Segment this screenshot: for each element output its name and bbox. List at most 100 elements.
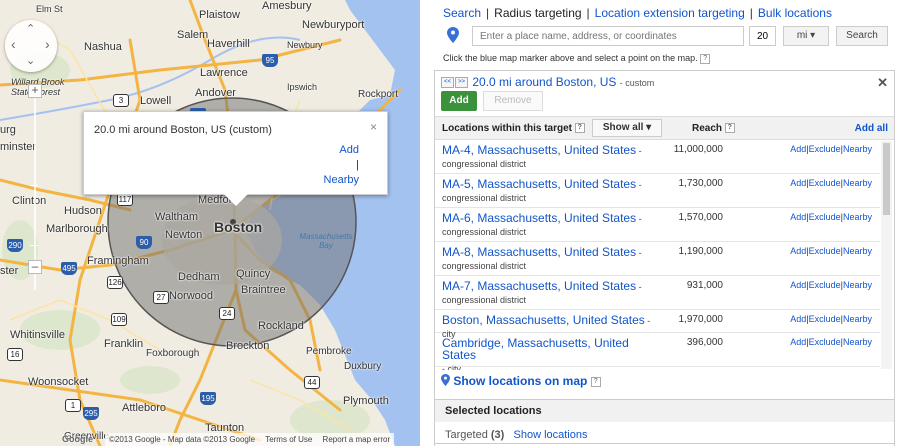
map-label: Duxbury xyxy=(344,361,382,372)
pan-left-icon[interactable]: ‹ xyxy=(11,37,16,51)
terms-link[interactable]: Terms of Use xyxy=(265,435,312,444)
scrollbar-thumb[interactable] xyxy=(883,143,890,215)
report-map-error-link[interactable]: Report a map error xyxy=(323,435,391,444)
location-link[interactable]: MA-7, Massachusetts, United States xyxy=(442,279,636,293)
show-locations-link[interactable]: Show locations xyxy=(514,429,588,441)
remove-target-button[interactable]: Remove xyxy=(483,91,543,111)
reach-value: 11,000,000 xyxy=(673,144,723,155)
location-name-cell: MA-4, Massachusetts, United States - cong… xyxy=(442,144,657,170)
route-shield: 90 xyxy=(136,236,152,249)
row-add-link[interactable]: Add xyxy=(790,178,806,188)
target-name[interactable]: 20.0 mi around Boston, US xyxy=(472,75,616,89)
map-label: Newton xyxy=(165,229,203,241)
reach-value: 1,190,000 xyxy=(678,246,724,257)
route-shield: 109 xyxy=(111,313,127,326)
row-exclude-link[interactable]: Exclude xyxy=(809,178,841,188)
tab-location-extension-targeting[interactable]: Location extension targeting xyxy=(595,6,745,20)
route-shield: 290 xyxy=(7,239,23,252)
row-add-link[interactable]: Add xyxy=(790,337,806,347)
row-nearby-link[interactable]: Nearby xyxy=(843,178,872,188)
location-link[interactable]: MA-4, Massachusetts, United States xyxy=(442,143,636,157)
map-view[interactable]: Elm St Plaistow Amesbury Newburyport Sal… xyxy=(0,0,420,446)
pan-up-icon[interactable]: ⌃ xyxy=(26,24,35,35)
show-all-dropdown[interactable]: Show all ▾ xyxy=(592,119,662,137)
popup-close-icon[interactable]: × xyxy=(370,120,377,134)
map-info-popup: 20.0 mi around Boston, US (custom) × Add… xyxy=(83,111,388,206)
add-all-link[interactable]: Add all xyxy=(855,123,888,134)
map-label: Rockland xyxy=(258,320,304,332)
row-add-link[interactable]: Add xyxy=(790,280,806,290)
table-row: MA-6, Massachusetts, United States - cong… xyxy=(435,208,880,242)
search-button[interactable]: Search xyxy=(836,26,888,46)
row-nearby-link[interactable]: Nearby xyxy=(843,144,872,154)
row-nearby-link[interactable]: Nearby xyxy=(843,246,872,256)
popup-nearby-link[interactable]: Nearby xyxy=(324,174,359,186)
show-locations-on-map[interactable]: Show locations on map ? xyxy=(441,374,601,388)
location-search-input[interactable] xyxy=(472,26,744,46)
col-locations: Locations within this target ? xyxy=(442,123,585,134)
google-logo: Google xyxy=(62,434,93,444)
location-link[interactable]: Boston, Massachusetts, United States xyxy=(442,313,645,327)
zoom-in-button[interactable]: + xyxy=(28,84,42,98)
pan-down-icon[interactable]: ⌄ xyxy=(26,56,35,67)
route-shield: 16 xyxy=(7,348,23,361)
row-add-link[interactable]: Add xyxy=(790,212,806,222)
row-nearby-link[interactable]: Nearby xyxy=(843,280,872,290)
table-row: MA-7, Massachusetts, United States - cong… xyxy=(435,276,880,310)
row-exclude-link[interactable]: Exclude xyxy=(809,314,841,324)
show-locations-label[interactable]: Show locations on map xyxy=(453,374,587,388)
zoom-out-button[interactable]: – xyxy=(28,260,42,274)
targeted-summary: Targeted (3) Show locations xyxy=(445,429,588,441)
location-dash: - xyxy=(636,282,642,292)
selected-locations-box: Selected locations Targeted (3) Show loc… xyxy=(434,399,895,446)
close-target-icon[interactable]: ✕ xyxy=(877,75,888,91)
zoom-tick xyxy=(30,185,38,186)
location-link[interactable]: Cambridge, Massachusetts, United States xyxy=(442,336,629,362)
locations-table-header: Locations within this target ? Show all … xyxy=(435,116,894,140)
tab-search[interactable]: Search xyxy=(443,6,481,20)
row-nearby-link[interactable]: Nearby xyxy=(843,337,872,347)
location-type: congressional district xyxy=(442,261,527,271)
location-link[interactable]: MA-5, Massachusetts, United States xyxy=(442,177,636,191)
row-exclude-link[interactable]: Exclude xyxy=(809,280,841,290)
route-shield: 195 xyxy=(200,392,216,405)
map-label: Waltham xyxy=(155,211,198,223)
row-actions: Add|Exclude|Nearby xyxy=(790,314,872,324)
row-exclude-link[interactable]: Exclude xyxy=(809,144,841,154)
location-link[interactable]: MA-8, Massachusetts, United States xyxy=(442,245,636,259)
location-link[interactable]: MA-6, Massachusetts, United States xyxy=(442,211,636,225)
add-target-button[interactable]: Add xyxy=(441,91,477,111)
row-nearby-link[interactable]: Nearby xyxy=(843,314,872,324)
row-nearby-link[interactable]: Nearby xyxy=(843,212,872,222)
map-pin-icon[interactable] xyxy=(447,27,459,43)
row-add-link[interactable]: Add xyxy=(790,246,806,256)
radius-target-box: << >> 20.0 mi around Boston, US - custom … xyxy=(434,70,895,444)
help-icon[interactable]: ? xyxy=(590,376,601,387)
help-icon[interactable]: ? xyxy=(724,123,735,134)
row-exclude-link[interactable]: Exclude xyxy=(809,212,841,222)
prev-target-icon[interactable]: << xyxy=(441,77,454,89)
route-shield: 24 xyxy=(219,307,235,320)
row-add-link[interactable]: Add xyxy=(790,314,806,324)
route-shield: 3 xyxy=(113,94,129,107)
tab-bulk-locations[interactable]: Bulk locations xyxy=(758,6,832,20)
row-exclude-link[interactable]: Exclude xyxy=(809,246,841,256)
list-scrollbar[interactable] xyxy=(881,141,892,369)
pan-right-icon[interactable]: › xyxy=(45,37,50,51)
popup-add-link[interactable]: Add xyxy=(339,144,359,156)
row-add-link[interactable]: Add xyxy=(790,144,806,154)
help-icon[interactable]: ? xyxy=(574,123,585,134)
pan-control[interactable]: ⌃ ⌄ ‹ › xyxy=(5,20,57,72)
col-reach: Reach ? xyxy=(692,123,735,134)
location-name-cell: MA-7, Massachusetts, United States - cong… xyxy=(442,280,657,306)
row-exclude-link[interactable]: Exclude xyxy=(809,337,841,347)
map-label: Plaistow xyxy=(199,9,240,21)
radius-input[interactable] xyxy=(749,26,776,46)
radius-unit-select[interactable]: mi ▾ xyxy=(783,26,829,46)
map-label: Salem xyxy=(177,29,209,41)
map-label: Franklin xyxy=(104,338,144,350)
location-type: congressional district xyxy=(442,227,527,237)
next-target-icon[interactable]: >> xyxy=(455,77,468,89)
help-icon[interactable]: ? xyxy=(700,53,711,64)
tab-radius-targeting[interactable]: Radius targeting xyxy=(494,6,581,20)
